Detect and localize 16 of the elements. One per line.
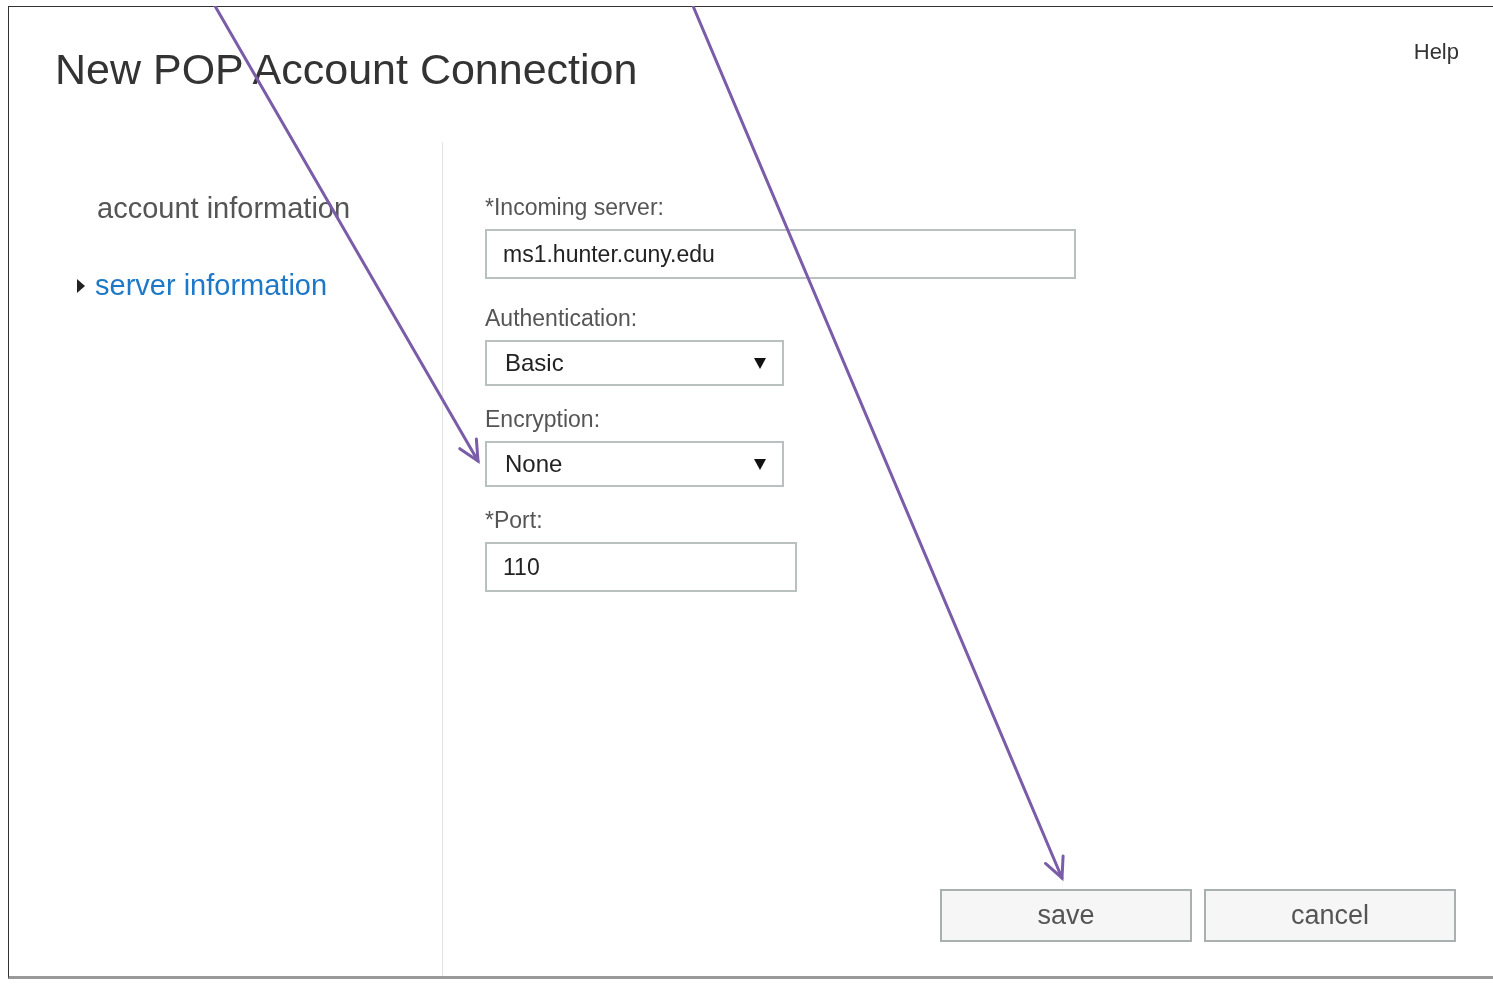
help-link[interactable]: Help [1413,39,1459,142]
dropdown-arrow-icon [754,357,766,369]
save-button[interactable]: save [940,889,1192,942]
caret-icon [77,278,85,293]
cancel-button[interactable]: cancel [1204,889,1456,942]
field-label: *Port: [485,507,544,534]
dropdown[interactable]: Basic [485,340,784,386]
nav-item[interactable]: server information [9,269,442,302]
field-label: Encryption: [485,406,602,433]
dropdown-arrow-icon [754,458,766,470]
field-label: Authentication: [485,305,639,332]
dropdown[interactable]: None [485,441,784,487]
field-label: *Incoming server: [485,194,665,221]
input-field[interactable]: ms1.hunter.cuny.edu [485,229,1076,279]
dialog-title: New POP Account Connection [55,45,638,95]
input-field[interactable]: 110 [485,542,797,592]
